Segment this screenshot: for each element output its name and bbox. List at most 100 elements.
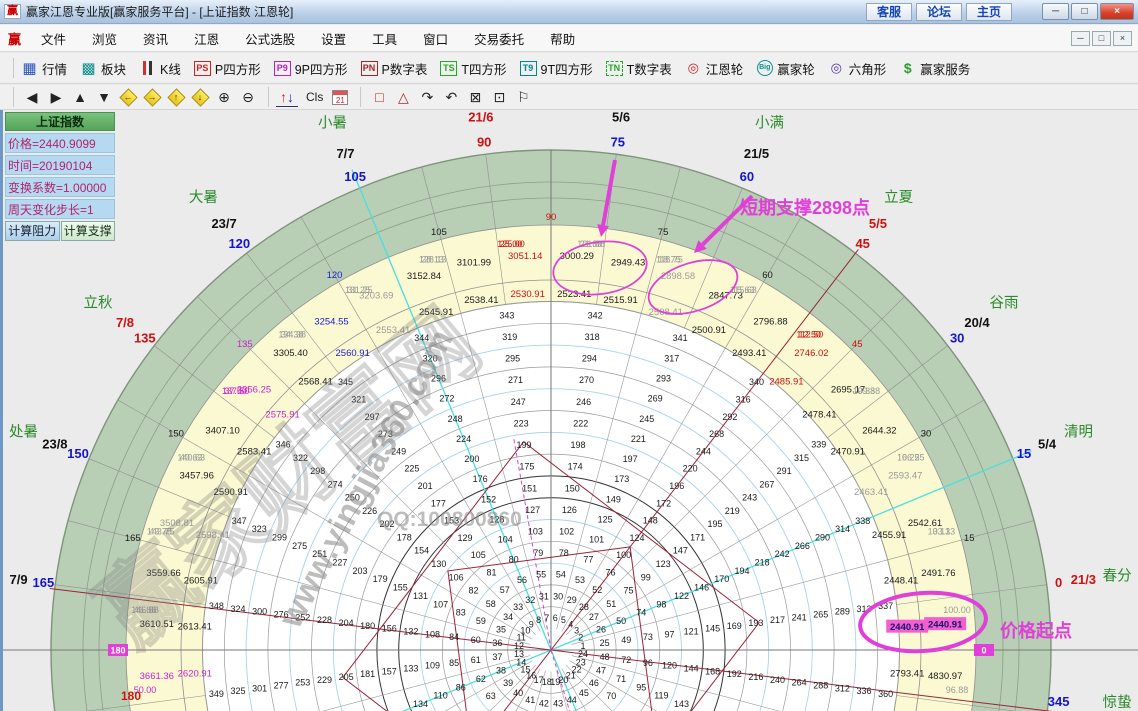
menu-settings[interactable]: 设置 (311, 26, 356, 51)
zoom-in-icon[interactable]: ⊕ (213, 87, 235, 107)
svg-text:101: 101 (589, 535, 604, 545)
minimize-icon[interactable]: ─ (1042, 3, 1069, 20)
p-number-table-button[interactable]: PNP数字表 (361, 59, 428, 78)
svg-text:21/6: 21/6 (468, 110, 493, 125)
rotate-ccw-icon[interactable]: ↶ (440, 87, 462, 107)
svg-text:315: 315 (794, 453, 809, 463)
diamond-left-icon[interactable]: ← (117, 87, 139, 107)
close-icon[interactable]: × (1100, 3, 1134, 20)
svg-text:62: 62 (476, 674, 486, 684)
triangle-up-icon[interactable]: ▲ (69, 87, 91, 107)
calendar-icon[interactable]: 21 (329, 87, 351, 107)
svg-text:316: 316 (736, 395, 751, 405)
svg-text:135: 135 (134, 330, 156, 345)
diamond-down-icon[interactable]: ↓ (189, 87, 211, 107)
t-number-table-button[interactable]: TNT数字表 (606, 59, 672, 78)
gann-wheel-button[interactable]: ◎江恩轮 (685, 59, 744, 78)
svg-text:春分: 春分 (1103, 568, 1132, 585)
svg-text:137.50: 137.50 (222, 386, 250, 396)
svg-text:157: 157 (382, 666, 397, 676)
svg-text:123: 123 (656, 559, 671, 569)
arrow-right-icon[interactable]: ▶ (45, 87, 67, 107)
homepage-button[interactable]: 主页 (966, 3, 1012, 21)
flag-icon[interactable]: ⚐ (512, 87, 534, 107)
svg-text:218: 218 (755, 558, 770, 568)
svg-text:2515.91: 2515.91 (603, 295, 637, 306)
kline-button[interactable]: K线 (139, 59, 181, 78)
triangle-down-icon[interactable]: ▼ (93, 87, 115, 107)
quote-button[interactable]: ▦行情 (21, 59, 67, 78)
svg-text:7/8: 7/8 (116, 315, 134, 330)
menu-trade-entrust[interactable]: 交易委托 (464, 26, 534, 51)
svg-text:120: 120 (662, 661, 677, 671)
svg-text:处暑: 处暑 (9, 424, 38, 441)
window-title: 赢家江恩专业版[赢家服务平台] - [上证指数 江恩轮] (26, 3, 293, 20)
p9-square-button[interactable]: P99P四方形 (274, 59, 348, 78)
t9-square-button[interactable]: T99T四方形 (520, 59, 593, 78)
svg-text:3254.55: 3254.55 (314, 317, 348, 328)
svg-text:59: 59 (476, 616, 486, 626)
svg-text:6: 6 (553, 613, 558, 623)
diamond-right-icon[interactable]: → (141, 87, 163, 107)
svg-text:84: 84 (449, 632, 459, 642)
svg-text:15: 15 (964, 533, 975, 544)
zoom-out-icon[interactable]: ⊖ (237, 87, 259, 107)
svg-text:短期支撑2898点: 短期支撑2898点 (740, 197, 870, 218)
customer-service-button[interactable]: 客服 (866, 3, 912, 21)
svg-text:3152.84: 3152.84 (407, 271, 441, 282)
sector-button[interactable]: ▩板块 (80, 59, 126, 78)
svg-text:2491.76: 2491.76 (921, 568, 955, 579)
cls-button[interactable]: Cls (306, 90, 323, 104)
svg-text:177: 177 (431, 498, 446, 508)
svg-text:176: 176 (473, 474, 488, 484)
calc-support-button[interactable]: 计算支撑 (61, 221, 116, 241)
menu-gann[interactable]: 江恩 (184, 26, 229, 51)
updown-scale-icon[interactable]: ↑↓ (276, 87, 298, 107)
svg-text:56: 56 (517, 575, 527, 585)
winner-service-button[interactable]: $赢家服务 (899, 59, 970, 78)
svg-text:243: 243 (742, 493, 757, 503)
forum-button[interactable]: 论坛 (916, 3, 962, 21)
svg-text:QQ:100800860: QQ:100800860 (377, 508, 522, 531)
svg-text:82: 82 (468, 586, 478, 596)
t-square-button[interactable]: TST四方形 (440, 59, 506, 78)
svg-text:27: 27 (589, 612, 599, 622)
mdi-minimize-icon[interactable]: ─ (1071, 31, 1090, 46)
draw-square-icon[interactable]: □ (368, 87, 390, 107)
draw-triangle-icon[interactable]: △ (392, 87, 414, 107)
menu-browse[interactable]: 浏览 (82, 26, 127, 51)
calc-resistance-button[interactable]: 计算阻力 (5, 221, 60, 241)
svg-text:229: 229 (317, 675, 332, 685)
gann-wheel-chart[interactable]: 1234567891011121314151617181920212223242… (3, 110, 1138, 711)
menu-window[interactable]: 窗口 (413, 26, 458, 51)
svg-text:217: 217 (770, 615, 785, 625)
winner-wheel-button[interactable]: Big赢家轮 (756, 59, 815, 78)
svg-text:103.13: 103.13 (928, 527, 956, 537)
sector-blocks-icon: ▩ (80, 60, 97, 76)
menu-formula-stock-pick[interactable]: 公式选股 (235, 26, 305, 51)
center-icon[interactable]: ⊡ (488, 87, 510, 107)
mdi-close-icon[interactable]: × (1113, 31, 1132, 46)
arrow-left-icon[interactable]: ◀ (21, 87, 43, 107)
svg-text:224: 224 (456, 434, 471, 444)
diamond-up-icon[interactable]: ↑ (165, 87, 187, 107)
svg-text:242: 242 (775, 549, 790, 559)
svg-text:3: 3 (574, 625, 579, 635)
delete-box-icon[interactable]: ⊠ (464, 87, 486, 107)
maximize-icon[interactable]: □ (1071, 3, 1098, 20)
menu-file[interactable]: 文件 (31, 26, 76, 51)
svg-text:90: 90 (546, 212, 557, 223)
svg-text:45: 45 (852, 339, 863, 350)
menu-news[interactable]: 资讯 (133, 26, 178, 51)
svg-text:23/8: 23/8 (42, 437, 67, 452)
svg-text:270: 270 (579, 375, 594, 385)
svg-text:106: 106 (449, 572, 464, 582)
rotate-cw-icon[interactable]: ↷ (416, 87, 438, 107)
menu-tools[interactable]: 工具 (362, 26, 407, 51)
menu-help[interactable]: 帮助 (540, 26, 585, 51)
svg-text:179: 179 (373, 574, 388, 584)
mdi-restore-icon[interactable]: □ (1092, 31, 1111, 46)
p-square-button[interactable]: PSP四方形 (194, 59, 261, 78)
svg-text:360: 360 (878, 689, 893, 699)
hexagon-button[interactable]: ◎六角形 (828, 59, 887, 78)
